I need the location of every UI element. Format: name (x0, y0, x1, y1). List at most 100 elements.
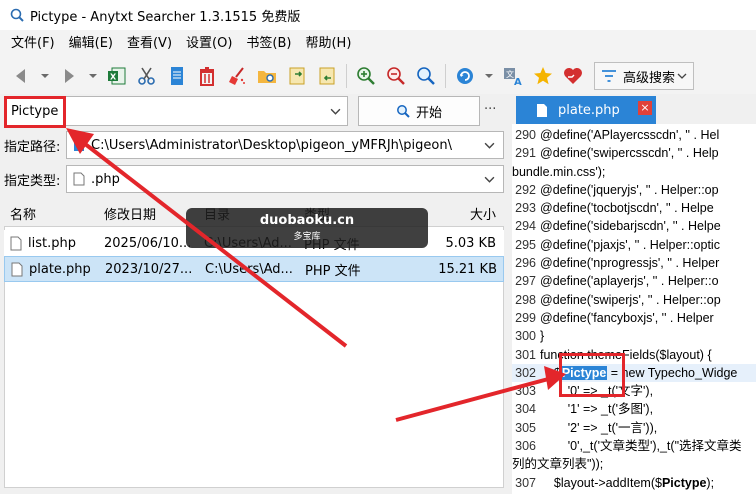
forward-button[interactable] (54, 61, 84, 91)
arrow-left-icon (16, 69, 25, 83)
start-search-button[interactable]: 开始 (358, 96, 480, 126)
excel-icon: X (108, 67, 126, 85)
folder-search-icon (258, 71, 276, 83)
search-hit: Pictype (661, 475, 707, 490)
svg-text:文: 文 (506, 69, 514, 79)
watermark-line1: duobaoku.cn (259, 213, 355, 228)
chevron-down-icon[interactable] (484, 174, 495, 185)
translate-button[interactable]: 文A (498, 61, 528, 91)
heart-hand-icon (564, 68, 582, 84)
chevron-down-icon[interactable] (330, 106, 341, 117)
zoom-out-button[interactable] (381, 61, 411, 91)
filetype-label: 指定类型: (4, 173, 61, 189)
advanced-search-label: 高级搜索 (623, 70, 676, 86)
file-name-cell: list.php (4, 236, 104, 251)
chevron-down-icon[interactable] (484, 140, 495, 151)
magnifier-app-icon (10, 8, 24, 22)
zoom-in-icon (357, 67, 375, 85)
advanced-search-button[interactable]: 高级搜索 (594, 62, 694, 90)
copy-button[interactable] (162, 61, 192, 91)
file-type: PHP 文件 (305, 263, 361, 279)
zoom-in-button[interactable] (351, 61, 381, 91)
toolbar-separator (346, 64, 347, 88)
chevron-down-icon (485, 74, 493, 78)
document-icon (171, 67, 183, 85)
search-pane: Pictype 开始 ··· 指定路径: C:\Users\Administra… (0, 94, 508, 494)
import-button[interactable] (312, 61, 342, 91)
toolbar-separator (445, 64, 446, 88)
file-import-icon (319, 67, 335, 85)
file-icon (11, 262, 23, 276)
search-icon (397, 105, 410, 118)
window-title: Pictype - Anytxt Searcher 1.3.1515 免费版 (30, 9, 301, 25)
back-dropdown-button[interactable] (36, 61, 54, 91)
code-preview: 290 @define('APlayercsscdn', '' . Hel 29… (512, 126, 756, 494)
tab-label: plate.php (558, 102, 620, 118)
back-button[interactable] (6, 61, 36, 91)
watermark: duobaoku.cn 多宝库 (186, 208, 428, 248)
filetype-row: 指定类型: .php (4, 164, 504, 194)
magnifier-icon (417, 67, 435, 85)
cut-button[interactable] (132, 61, 162, 91)
zoom-reset-button[interactable] (411, 61, 441, 91)
preview-tab-strip: plate.php × (512, 94, 756, 124)
table-row-selected[interactable]: plate.php 2023/10/27... C:\Users\Ad... P… (4, 256, 504, 282)
code-line-match: 307 $layout->addItem($Pictype); (515, 475, 715, 490)
file-directory: C:\Users\Ad... (205, 261, 293, 277)
file-size: 15.21 KB (438, 261, 497, 277)
menu-help[interactable]: 帮助(H) (298, 33, 358, 55)
start-label: 开始 (415, 105, 442, 121)
menu-file[interactable]: 文件(F) (4, 33, 62, 55)
file-icon (73, 172, 85, 186)
refresh-button[interactable] (450, 61, 480, 91)
path-value: C:\Users\Administrator\Desktop\pigeon_yM… (91, 137, 452, 153)
column-name[interactable]: 名称 (4, 204, 104, 223)
file-icon (537, 103, 547, 117)
arrow-right-icon (65, 69, 74, 83)
refresh-icon (457, 68, 473, 84)
clean-button[interactable] (222, 61, 252, 91)
support-button[interactable] (558, 61, 588, 91)
open-folder-button[interactable] (252, 61, 282, 91)
trash-icon (200, 67, 214, 86)
file-name-cell: plate.php (5, 262, 105, 277)
path-label: 指定路径: (4, 139, 61, 155)
close-tab-button[interactable]: × (638, 101, 652, 115)
menu-edit[interactable]: 编辑(E) (62, 33, 120, 55)
favorite-button[interactable] (528, 61, 558, 91)
menu-settings[interactable]: 设置(O) (179, 33, 239, 55)
annotation-box-match (559, 353, 625, 397)
preview-pane: plate.php × 290 @define('APlayercsscdn',… (512, 94, 756, 494)
filetype-value: .php (91, 171, 120, 187)
delete-button[interactable] (192, 61, 222, 91)
star-icon (534, 67, 552, 85)
tab-plate-php[interactable]: plate.php (516, 96, 656, 124)
annotation-box-query (4, 96, 66, 128)
search-row: Pictype 开始 ··· (4, 96, 504, 126)
chevron-down-icon (41, 74, 49, 78)
filter-icon (602, 70, 616, 82)
more-options-button[interactable]: ··· (484, 102, 496, 117)
folder-icon (74, 139, 84, 151)
forward-dropdown-button[interactable] (84, 61, 102, 91)
scissors-icon (138, 67, 155, 85)
export-button[interactable] (282, 61, 312, 91)
menu-view[interactable]: 查看(V) (120, 33, 179, 55)
menu-bar: 文件(F) 编辑(E) 查看(V) 设置(O) 书签(B) 帮助(H) (0, 30, 756, 58)
file-export-icon (289, 67, 305, 85)
filetype-input[interactable]: .php (66, 165, 504, 193)
code-line-match: 302 $Pictype = new Typecho_Widge (512, 363, 756, 383)
toolbar: X 文A 高级搜索 (0, 58, 756, 94)
file-icon (10, 236, 22, 250)
refresh-dropdown-button[interactable] (480, 61, 498, 91)
path-row: 指定路径: C:\Users\Administrator\Desktop\pig… (4, 130, 504, 160)
watermark-line2: 多宝库 (293, 232, 321, 242)
export-excel-button[interactable]: X (102, 61, 132, 91)
menu-bookmarks[interactable]: 书签(B) (239, 33, 298, 55)
file-date: 2023/10/27... (105, 261, 193, 277)
path-input[interactable]: C:\Users\Administrator\Desktop\pigeon_yM… (66, 131, 504, 159)
file-name: list.php (28, 235, 76, 251)
svg-text:A: A (514, 77, 522, 87)
chevron-down-icon (89, 74, 97, 78)
svg-text:X: X (110, 73, 117, 82)
